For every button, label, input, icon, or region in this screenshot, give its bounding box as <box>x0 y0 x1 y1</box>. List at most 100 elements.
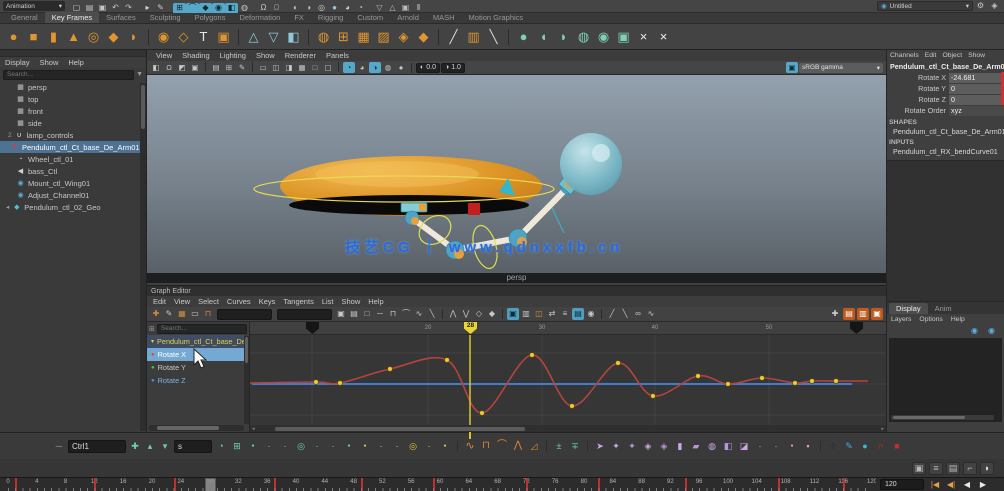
keyframe-dot[interactable] <box>530 353 535 358</box>
dot-ring-icon[interactable]: ◎ <box>294 440 308 453</box>
auto-tangent-icon[interactable]: ∿ <box>413 308 425 320</box>
menu-keys[interactable]: Keys <box>255 297 280 306</box>
go-to-start-button[interactable]: |◀ <box>928 479 942 491</box>
resolution-gate-icon[interactable]: ◫ <box>270 62 282 73</box>
lock-camera-icon[interactable]: Ω <box>163 62 175 73</box>
menu-tangents[interactable]: Tangents <box>279 297 317 306</box>
menu-edit[interactable]: Edit <box>149 297 170 306</box>
channel-row-rotate-x[interactable]: Rotate X-24.681 <box>887 72 1004 83</box>
play-forwards-button[interactable]: ▶ <box>976 479 990 491</box>
stats-time-field[interactable] <box>217 309 272 320</box>
denormalize-curves-icon[interactable]: ▥ <box>857 308 869 320</box>
menu-object[interactable]: Object <box>939 52 965 59</box>
menu-panels[interactable]: Panels <box>321 51 354 60</box>
time-marker-icon[interactable]: ◉ <box>585 308 597 320</box>
fixed-tangent-icon[interactable]: ╲ <box>426 308 438 320</box>
graph-channel-pendulum_ctl_ct_base_de_arm01[interactable]: ▾Pendulum_ctl_Ct_base_De_Arm01 <box>147 335 244 348</box>
default-material-icon[interactable]: ● <box>395 62 407 73</box>
exposure-field[interactable]: ◐ 0.0 <box>416 63 440 73</box>
plus-minus-icon[interactable]: ± <box>552 440 566 453</box>
plane-tool-icon[interactable]: ◆ <box>104 27 123 46</box>
keyframe-dot[interactable] <box>570 404 575 409</box>
linear-tangent-icon[interactable]: □ <box>361 308 373 320</box>
keyframe-dot[interactable] <box>445 358 450 363</box>
grid-a-icon[interactable]: ⊞ <box>334 27 353 46</box>
joint-box[interactable] <box>401 203 427 212</box>
menu-help[interactable]: Help <box>63 58 88 67</box>
sphere-tool-icon[interactable]: ● <box>4 27 23 46</box>
outliner-item-persp[interactable]: ▦persp <box>0 81 140 93</box>
menu-list[interactable]: List <box>318 297 338 306</box>
minimize-handle-icon[interactable]: ─ <box>52 440 66 453</box>
filter-icon[interactable]: ⊞ <box>149 325 155 333</box>
input-node-name[interactable]: Pendulum_ctl_RX_bendCurve01 <box>887 146 1004 156</box>
claw-icon[interactable]: ∩ <box>874 440 888 453</box>
minus-plus-icon[interactable]: ∓ <box>568 440 582 453</box>
outliner-scrollbar[interactable] <box>140 83 146 431</box>
clamped-tangent-icon[interactable]: ▤ <box>348 308 360 320</box>
menu-view[interactable]: View <box>151 51 177 60</box>
outliner-item-Pendulum_ctl_02_Geo[interactable]: ◂◆Pendulum_ctl_02_Geo <box>0 201 140 213</box>
outliner-item-Pendulum_ctl_Ct_base_De_Arm01[interactable]: ▼Pendulum_ctl_Ct_base_De_Arm01 <box>0 141 140 153</box>
suffix-field[interactable] <box>174 440 212 453</box>
range-start-flag[interactable] <box>306 322 319 334</box>
graph-channel-rotate-z[interactable]: ●Rotate Z <box>147 374 244 387</box>
graph-search-input[interactable] <box>157 324 247 334</box>
mirror-brush-icon[interactable]: ▣ <box>614 27 633 46</box>
tab-polygons[interactable]: Polygons <box>188 12 233 23</box>
outliner-item-side[interactable]: ▦side <box>0 117 140 129</box>
panel-a-icon[interactable]: ◧ <box>721 440 735 453</box>
char-a-icon[interactable]: ◈ <box>641 440 655 453</box>
range-end-flag[interactable] <box>850 322 863 334</box>
field-chart-icon[interactable]: ▦ <box>296 62 308 73</box>
sculpt-brush-icon[interactable]: ● <box>514 27 533 46</box>
tab-rigging[interactable]: Rigging <box>311 12 350 23</box>
curve-tool-icon[interactable]: ◉ <box>154 27 173 46</box>
shape-node-name[interactable]: Pendulum_ctl_Ct_base_De_Arm01Shape <box>887 126 1004 136</box>
menu-layers[interactable]: Layers <box>887 316 915 323</box>
xray-joints-icon[interactable]: ◑ <box>369 62 381 73</box>
saw-curve-icon[interactable]: ◿ <box>527 440 541 453</box>
graph-outliner-vscrollbar[interactable] <box>244 336 249 424</box>
keyframe-dot[interactable] <box>338 381 343 386</box>
stats-value-field[interactable] <box>277 309 332 320</box>
layer-list-scrollbar[interactable] <box>891 415 994 420</box>
normalize-curves-icon[interactable]: ▤ <box>843 308 855 320</box>
pink-square-icon[interactable]: ▪ <box>801 440 815 453</box>
region-keys-tool-icon[interactable]: ▭ <box>189 308 201 320</box>
current-time-marker[interactable]: 28 <box>464 322 477 334</box>
viewport-canvas[interactable]: 技艺CG ｜ www.qdnxxfb.cn persp <box>147 75 886 283</box>
channel-value[interactable]: 0 <box>949 84 1004 94</box>
tab-deformation[interactable]: Deformation <box>232 12 287 23</box>
tab-fx[interactable]: FX <box>287 12 311 23</box>
outliner-item-Adjust_Channel01[interactable]: ◉Adjust_Channel01 <box>0 189 140 201</box>
unify-tangents-icon[interactable]: ⋁ <box>460 308 472 320</box>
time-slider-ruler[interactable]: 0481216202428323640444852566064687276808… <box>0 478 876 491</box>
menu-display[interactable]: Display <box>0 58 35 67</box>
select-pointer-icon[interactable]: ➤ <box>593 440 607 453</box>
step-back-button[interactable]: ◀| <box>944 479 958 491</box>
hand-a-icon[interactable]: ✦ <box>609 440 623 453</box>
pinch-brush-icon[interactable]: ◍ <box>574 27 593 46</box>
sine-curve-icon[interactable]: ∿ <box>463 440 477 453</box>
dot-4-icon[interactable]: · <box>310 440 324 453</box>
help-icon[interactable]: ◈ <box>988 1 1001 12</box>
filter-icon[interactable]: ▼ <box>136 71 143 78</box>
menu-channels[interactable]: Channels <box>887 52 922 59</box>
box-b-icon[interactable]: ▰ <box>689 440 703 453</box>
stacked-view-icon[interactable]: ✚ <box>829 308 841 320</box>
joint-tool-icon[interactable]: △ <box>244 27 263 46</box>
graph-outliner-hscrollbar[interactable] <box>149 425 244 431</box>
swap-icon[interactable]: ◆ <box>414 27 433 46</box>
layer-list[interactable] <box>889 338 1002 422</box>
outliner-search-input[interactable] <box>3 70 134 80</box>
plateau-tangent-icon[interactable]: ⌒ <box>400 308 412 320</box>
menu-help[interactable]: Help <box>364 297 387 306</box>
safe-title-icon[interactable]: ▢ <box>322 62 334 73</box>
tab-surfaces[interactable]: Surfaces <box>99 12 143 23</box>
auto-frame-icon[interactable]: ▣ <box>507 308 519 320</box>
hook-icon[interactable]: ⌐ <box>963 462 977 475</box>
pan-zoom-icon[interactable]: ⊞ <box>223 62 235 73</box>
fan-icon[interactable]: ✣ <box>826 440 840 453</box>
dot-3-icon[interactable]: · <box>278 440 292 453</box>
